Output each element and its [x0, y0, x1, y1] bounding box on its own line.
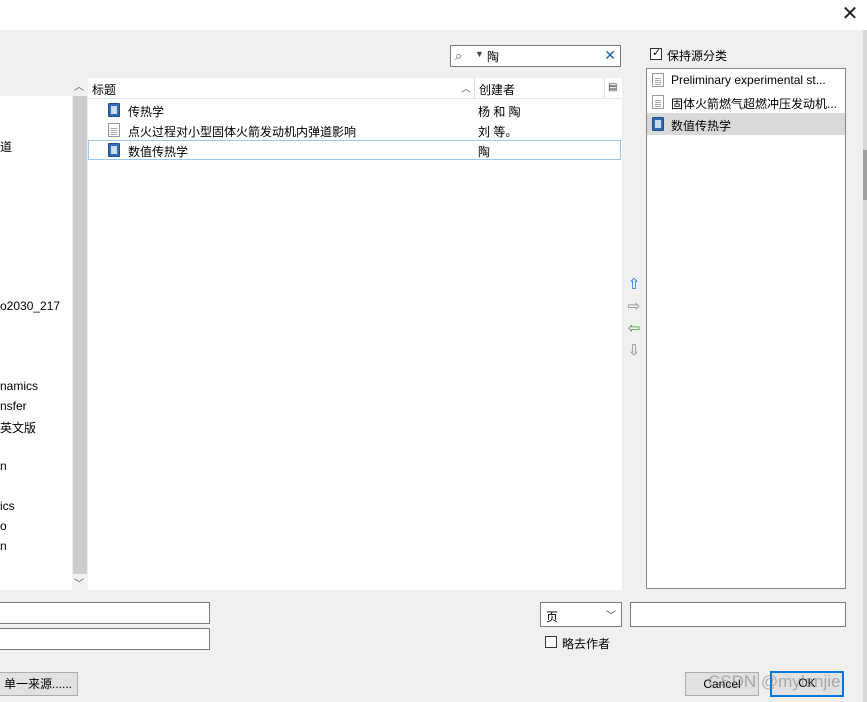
close-icon[interactable]: ✕ [838, 2, 862, 26]
citation-item[interactable]: 固体火箭燃气超燃冲压发动机... [647, 91, 845, 113]
title-bar [0, 0, 867, 30]
citation-list[interactable]: Preliminary experimental st... 固体火箭燃气超燃冲… [646, 68, 846, 589]
locator-select-value: 页 [546, 610, 559, 624]
sort-ascending-icon: ︿ [461, 84, 471, 95]
citation-title: 数值传热学 [671, 119, 732, 133]
list-item-selected[interactable]: 数值传热学 陶 [88, 140, 621, 160]
item-creator: 陶 [478, 145, 491, 159]
list-header: 标题 ︿ 创建者 ▤ [88, 78, 622, 99]
item-creator: 杨 和 陶 [478, 105, 521, 119]
search-icon[interactable]: ⌕ [455, 48, 462, 64]
tree-item[interactable]: n [0, 459, 7, 473]
citation-title: 固体火箭燃气超燃冲压发动机... [671, 97, 838, 111]
tree-scrollbar[interactable]: ︿ ﹀ [72, 78, 88, 590]
clear-search-icon[interactable]: ✕ [604, 47, 616, 64]
column-header-creator[interactable]: 创建者 [479, 81, 515, 98]
tree-scrollbar-thumb[interactable] [73, 96, 87, 574]
locator-field[interactable] [630, 602, 846, 627]
scroll-up-icon[interactable]: ︿ [74, 78, 84, 93]
item-list[interactable]: 标题 ︿ 创建者 ▤ 传热学 杨 和 陶 点火过程对小型固体火箭发动机内弹道影响… [88, 78, 622, 590]
tree-item[interactable]: o2030_217 [0, 299, 60, 313]
checkbox[interactable]: ✓ [650, 47, 662, 60]
scroll-down-icon[interactable]: ﹀ [74, 575, 84, 590]
tree-item[interactable]: n [0, 539, 7, 553]
item-title: 数值传热学 [128, 145, 189, 159]
book-icon [652, 117, 664, 131]
checkbox[interactable] [545, 636, 557, 648]
column-divider[interactable] [604, 78, 605, 98]
document-icon [652, 73, 664, 87]
tree-item[interactable]: 英文版 [0, 419, 36, 436]
column-header-title[interactable]: 标题 [92, 81, 116, 98]
chevron-down-icon: ﹀ [606, 611, 616, 622]
list-item[interactable]: 点火过程对小型固体火箭发动机内弹道影响 刘 等。 [88, 120, 621, 140]
prefix-field[interactable] [0, 602, 210, 624]
move-left-arrow-icon[interactable]: ⇦ [626, 320, 642, 338]
single-source-button[interactable]: 单一来源...... [0, 672, 78, 696]
checkmark-icon: ✓ [652, 47, 662, 59]
document-icon [652, 95, 664, 109]
collection-tree[interactable]: 道 o2030_217 namics nsfer 英文版 n ics o n [0, 96, 72, 590]
document-icon [108, 123, 120, 137]
column-picker-icon[interactable]: ▤ [608, 82, 617, 93]
list-item[interactable]: 传热学 杨 和 陶 [88, 100, 621, 120]
omit-author-label: 略去作者 [562, 637, 611, 651]
citation-item-selected[interactable]: 数值传热学 [647, 113, 845, 135]
tree-item[interactable]: ics [0, 499, 15, 513]
book-icon [108, 103, 120, 117]
item-creator: 刘 等。 [478, 125, 518, 139]
locator-select[interactable]: 页 ﹀ [540, 602, 622, 627]
tree-item[interactable]: namics [0, 379, 38, 393]
move-right-arrow-icon[interactable]: ⇨ [626, 298, 642, 316]
window-scrollbar[interactable] [863, 30, 867, 702]
book-icon [108, 143, 120, 157]
item-title: 传热学 [128, 105, 165, 119]
column-divider[interactable] [474, 78, 475, 98]
move-down-arrow-icon[interactable]: ⇩ [626, 342, 642, 360]
tree-item[interactable]: o [0, 519, 7, 533]
keep-source-order-label: 保持源分类 [667, 49, 728, 63]
watermark: CSDN @mylanjie [708, 672, 841, 691]
tree-item[interactable]: nsfer [0, 399, 27, 413]
citation-item[interactable]: Preliminary experimental st... [647, 69, 845, 91]
suffix-field[interactable] [0, 628, 210, 650]
search-input[interactable] [487, 48, 597, 64]
search-box[interactable]: ⌕ ▼ ✕ [450, 45, 621, 67]
tree-item[interactable]: 道 [0, 138, 12, 155]
item-title: 点火过程对小型固体火箭发动机内弹道影响 [128, 125, 357, 139]
window-scrollbar-thumb[interactable] [863, 150, 867, 200]
move-up-arrow-icon[interactable]: ⇧ [626, 276, 642, 294]
search-dropdown-icon[interactable]: ▼ [475, 49, 484, 59]
citation-title: Preliminary experimental st... [671, 73, 826, 87]
